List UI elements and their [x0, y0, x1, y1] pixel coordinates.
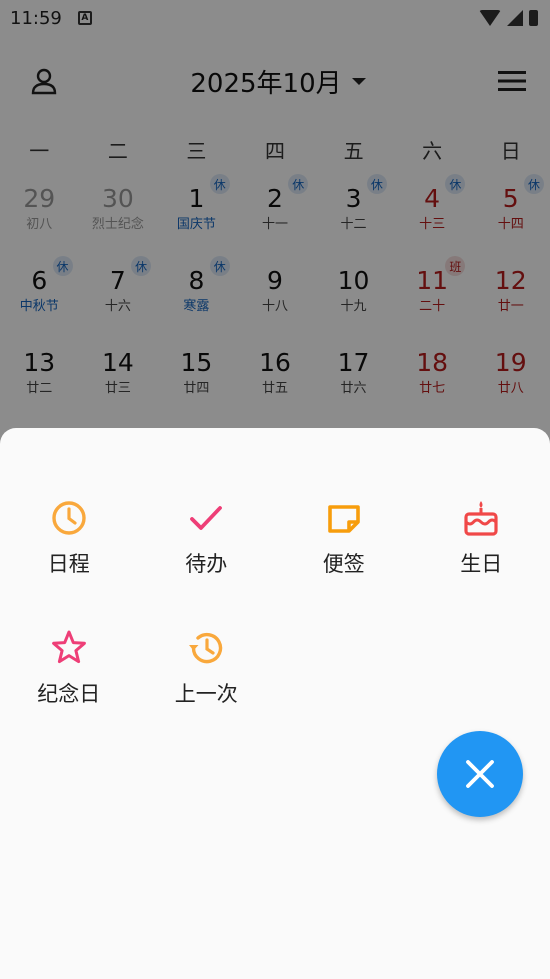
action-label: 生日	[460, 552, 503, 576]
action-label: 纪念日	[37, 682, 101, 706]
close-icon	[466, 760, 494, 788]
cake-icon	[464, 501, 498, 536]
action-birthday[interactable]: 生日	[413, 498, 550, 588]
action-note[interactable]: 便签	[275, 498, 413, 588]
note-icon	[327, 505, 360, 533]
close-sheet-button[interactable]	[437, 731, 523, 817]
action-anniversary[interactable]: 纪念日	[0, 628, 138, 718]
action-label: 便签	[322, 552, 365, 576]
star-icon	[51, 630, 86, 664]
quick-add-sheet: 日程 待办 便签 生日 纪念日 上一次	[0, 428, 550, 979]
action-schedule[interactable]: 日程	[0, 498, 138, 588]
action-label: 待办	[185, 552, 228, 576]
clock-icon	[52, 501, 86, 535]
check-icon	[190, 506, 223, 530]
action-last-time[interactable]: 上一次	[138, 628, 276, 718]
action-grid: 日程 待办 便签 生日 纪念日 上一次	[0, 428, 550, 718]
action-todo[interactable]: 待办	[138, 498, 276, 588]
history-icon	[189, 632, 223, 664]
action-label: 上一次	[174, 682, 238, 706]
action-label: 日程	[47, 552, 90, 576]
